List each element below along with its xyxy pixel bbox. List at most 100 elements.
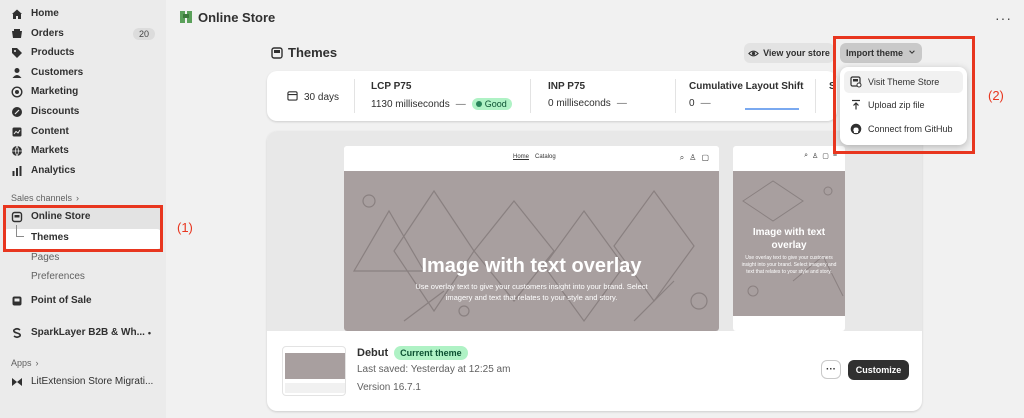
sidebar-subitem-preferences[interactable]: Preferences [31,271,85,282]
sidebar-item-label: LitExtension Store Migrati... [31,376,154,387]
sidebar-item-point-of-sale[interactable]: Point of Sale [10,291,155,310]
current-theme-badge: Current theme [394,346,468,360]
chevron-right-icon: › [76,193,80,203]
sidebar-item-discounts[interactable]: Discounts [10,102,155,121]
pos-icon [10,294,24,308]
person-icon [10,66,24,80]
chart-bar-icon [10,164,24,178]
theme-more-actions-button[interactable]: ··· [821,360,841,379]
theme-name-row: Debut Current theme [357,346,468,360]
sidebar-item-label: SparkLayer B2B & Wh... [31,327,145,338]
litextension-icon [10,375,24,389]
divider [354,79,355,113]
sparklayer-icon [10,326,24,340]
inp-metric[interactable]: INP P75 0 milliseconds — [548,71,668,121]
divider [815,79,816,113]
sidebar-item-content[interactable]: Content [10,122,155,141]
dash-icon: — [616,98,627,109]
sidebar-item-home[interactable]: Home [10,4,155,23]
lcp-label: LCP P75 [371,81,412,92]
sidebar-item-customers[interactable]: Customers [10,63,155,82]
account-icon: ♙ [689,153,697,162]
preview-nav-icons: ⌕ ♙ ▢ [680,153,709,163]
theme-preview-card: Home Catalog ⌕ ♙ ▢ Image with text overl… [267,131,922,411]
status-badge: Good [471,98,512,110]
eye-icon [748,48,759,59]
inp-value-row: 0 milliseconds — [548,98,633,109]
annotation-label-1: (1) [177,220,193,235]
more-actions-button[interactable]: ··· [995,10,1012,26]
inp-value: 0 milliseconds [548,98,611,109]
desktop-preview: Home Catalog ⌕ ♙ ▢ Image with text overl… [344,146,719,331]
calendar-icon [287,90,298,104]
view-store-button[interactable]: View your store [744,43,834,63]
annotation-label-2: (2) [988,88,1004,103]
search-icon: ⌕ [679,153,685,162]
sidebar-item-analytics[interactable]: Analytics [10,161,155,180]
status-dot-icon [475,101,482,107]
sidebar-item-label: Point of Sale [31,295,92,306]
theme-name: Debut [357,347,389,359]
divider [530,79,531,113]
sidebar-item-label: Home [31,8,59,19]
period-selector[interactable]: 30 days [287,71,357,121]
sidebar-item-label: Analytics [31,165,76,176]
dash-icon: — [700,98,711,109]
orders-icon [10,27,24,41]
cls-metric[interactable]: Cumulative Layout Shift 0 — [689,71,819,121]
theme-thumbnail [282,346,346,396]
apps-heading[interactable]: Apps › [11,358,39,368]
cls-sparkline [745,108,799,110]
lcp-value: 1130 milliseconds [371,98,450,110]
sidebar-item-marketing[interactable]: Marketing [10,82,155,101]
home-icon [10,7,24,21]
sidebar-item-label: Discounts [31,106,80,117]
cls-label: Cumulative Layout Shift [689,81,804,92]
theme-preview-area[interactable]: Home Catalog ⌕ ♙ ▢ Image with text overl… [267,131,922,331]
sidebar-item-label: Markets [31,145,69,156]
highlight-box-1 [3,205,163,252]
theme-last-saved: Last saved: Yesterday at 12:25 am [357,364,511,375]
tag-icon [10,46,24,60]
hero-subtitle: Use overlay text to give your customers … [415,282,648,302]
cls-value-row: 0 — [689,98,717,109]
theme-version: Version 16.7.1 [357,382,421,393]
mobile-hero-title: Image with text overlay [752,227,826,251]
page-title-text: Online Store [198,9,276,25]
lcp-metric[interactable]: LCP P75 1130 milliseconds — Good [371,71,531,121]
thumbnail-row [285,383,345,393]
target-icon [10,85,24,99]
mobile-preview: ⌕ ♙ ▢ ≡ Image with text overlay Use over… [733,146,845,331]
cart-icon: ▢ [701,153,709,162]
sidebar-item-label: Marketing [31,86,79,97]
lcp-value-row: 1130 milliseconds — Good [371,98,512,110]
sidebar-item-litextension[interactable]: LitExtension Store Migrati... [10,372,155,391]
sidebar-subitem-pages[interactable]: Pages [31,252,59,263]
sidebar-item-markets[interactable]: Markets [10,141,155,160]
page-title: Online Store [179,8,275,26]
sidebar-item-label: Orders [31,28,64,39]
sales-channels-label: Sales channels [11,193,73,203]
status-label: Good [484,99,507,109]
preview-nav-home: Home [513,154,530,160]
mobile-preview-nav: ⌕ ♙ ▢ ≡ [733,146,845,171]
view-store-label: View your store [763,48,830,58]
account-icon: ♙ [812,153,819,160]
sidebar-item-label: Products [31,47,75,58]
cart-icon: ▢ [822,153,829,160]
sidebar-item-sparklayer[interactable]: SparkLayer B2B & Wh... • [10,323,155,342]
orders-count-badge: 20 [132,27,155,40]
sidebar-item-orders[interactable]: Orders 20 [10,24,155,43]
sidebar-item-products[interactable]: Products [10,43,155,62]
performance-metrics-bar: 30 days LCP P75 1130 milliseconds — Good… [267,71,837,121]
themes-heading: Themes [271,45,337,60]
customize-button[interactable]: Customize [848,360,909,380]
hero-banner: Image with text overlay Use overlay text… [344,171,719,331]
mobile-hero-banner: Image with text overlay Use overlay text… [733,171,845,316]
mobile-hero-subtitle: Use overlay text to give your customers … [741,255,837,275]
preview-nav: Home Catalog ⌕ ♙ ▢ [344,146,719,171]
dash-icon: — [455,98,466,110]
sales-channels-heading[interactable]: Sales channels › [11,193,79,203]
themes-icon [271,46,283,59]
hero-illustration [352,189,708,323]
